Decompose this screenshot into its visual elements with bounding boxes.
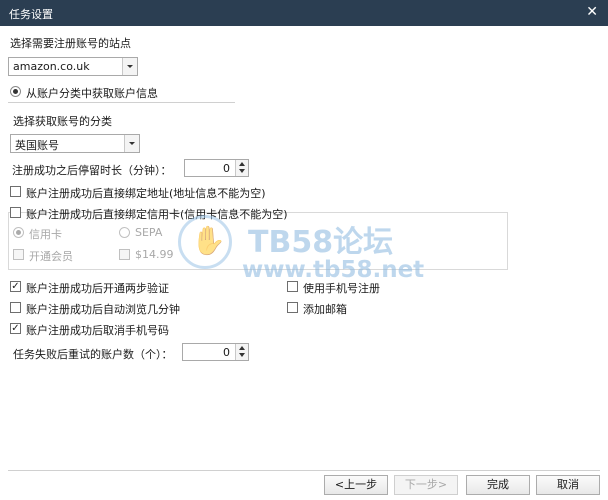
site-select[interactable]: amazon.co.uk xyxy=(8,57,138,76)
bind-card-checkbox[interactable]: 账户注册成功后直接绑定信用卡(信用卡信息不能为空) xyxy=(10,206,288,221)
window-title: 任务设置 xyxy=(9,8,53,21)
sepa-label: SEPA xyxy=(135,226,163,239)
watermark-url: www.tb58.net xyxy=(242,257,425,283)
arrow-down-icon[interactable] xyxy=(239,353,245,357)
category-select-value: 英国账号 xyxy=(15,139,59,152)
chevron-down-icon[interactable] xyxy=(122,58,137,75)
bind-address-label: 账户注册成功后直接绑定地址(地址信息不能为空) xyxy=(26,187,266,200)
add-email-label: 添加邮箱 xyxy=(303,303,347,316)
source-option-label: 从账户分类中获取账户信息 xyxy=(26,87,158,100)
price-label: $14.99 xyxy=(135,248,174,261)
auto-browse-label: 账户注册成功后自动浏览几分钟 xyxy=(26,303,180,316)
arrow-down-icon[interactable] xyxy=(239,169,245,173)
prev-button[interactable]: <上一步 xyxy=(324,475,388,495)
category-label: 选择获取账号的分类 xyxy=(13,115,112,128)
checkbox[interactable] xyxy=(10,207,21,218)
next-button[interactable]: 下一步> xyxy=(394,475,458,495)
site-label: 选择需要注册账号的站点 xyxy=(10,37,131,50)
radio-button[interactable] xyxy=(119,227,130,238)
cancel-phone-label: 账户注册成功后取消手机号码 xyxy=(26,324,169,337)
watermark: TB58论坛 www.tb58.net xyxy=(178,215,438,285)
cancel-button[interactable]: 取消 xyxy=(536,475,600,495)
retry-value: 0 xyxy=(223,346,230,359)
chevron-down-icon[interactable] xyxy=(124,135,139,152)
divider xyxy=(8,102,235,103)
checkbox[interactable] xyxy=(13,249,24,260)
checkbox[interactable] xyxy=(119,249,130,260)
stay-duration-value: 0 xyxy=(223,162,230,175)
member-label: 开通会员 xyxy=(29,250,73,263)
retry-stepper[interactable]: 0 xyxy=(182,343,249,361)
checkbox[interactable] xyxy=(287,302,298,313)
stay-duration-stepper[interactable]: 0 xyxy=(184,159,249,177)
finish-button[interactable]: 完成 xyxy=(466,475,530,495)
radio-button[interactable] xyxy=(10,86,21,97)
close-icon[interactable]: ✕ xyxy=(586,4,598,20)
retry-label: 任务失败后重试的账户数（个）： xyxy=(13,348,173,361)
radio-button[interactable] xyxy=(13,227,24,238)
hand-logo-icon xyxy=(178,215,232,269)
title-bar: 任务设置 ✕ xyxy=(0,0,608,26)
category-select[interactable]: 英国账号 xyxy=(10,134,140,153)
checkbox[interactable] xyxy=(10,186,21,197)
two-step-label: 账户注册成功后开通两步验证 xyxy=(26,282,169,295)
stepper-buttons[interactable] xyxy=(235,160,248,176)
stay-duration-label: 注册成功之后停留时长（分钟）： xyxy=(12,164,172,177)
watermark-title: TB58论坛 xyxy=(248,225,394,260)
checkbox[interactable]: ✓ xyxy=(10,281,21,292)
site-select-value: amazon.co.uk xyxy=(13,60,90,73)
credit-card-label: 信用卡 xyxy=(29,228,62,241)
arrow-up-icon[interactable] xyxy=(239,162,245,166)
stepper-buttons[interactable] xyxy=(235,344,248,360)
checkbox[interactable] xyxy=(10,302,21,313)
arrow-up-icon[interactable] xyxy=(239,346,245,350)
footer-divider xyxy=(8,470,600,471)
checkbox[interactable]: ✓ xyxy=(10,323,21,334)
